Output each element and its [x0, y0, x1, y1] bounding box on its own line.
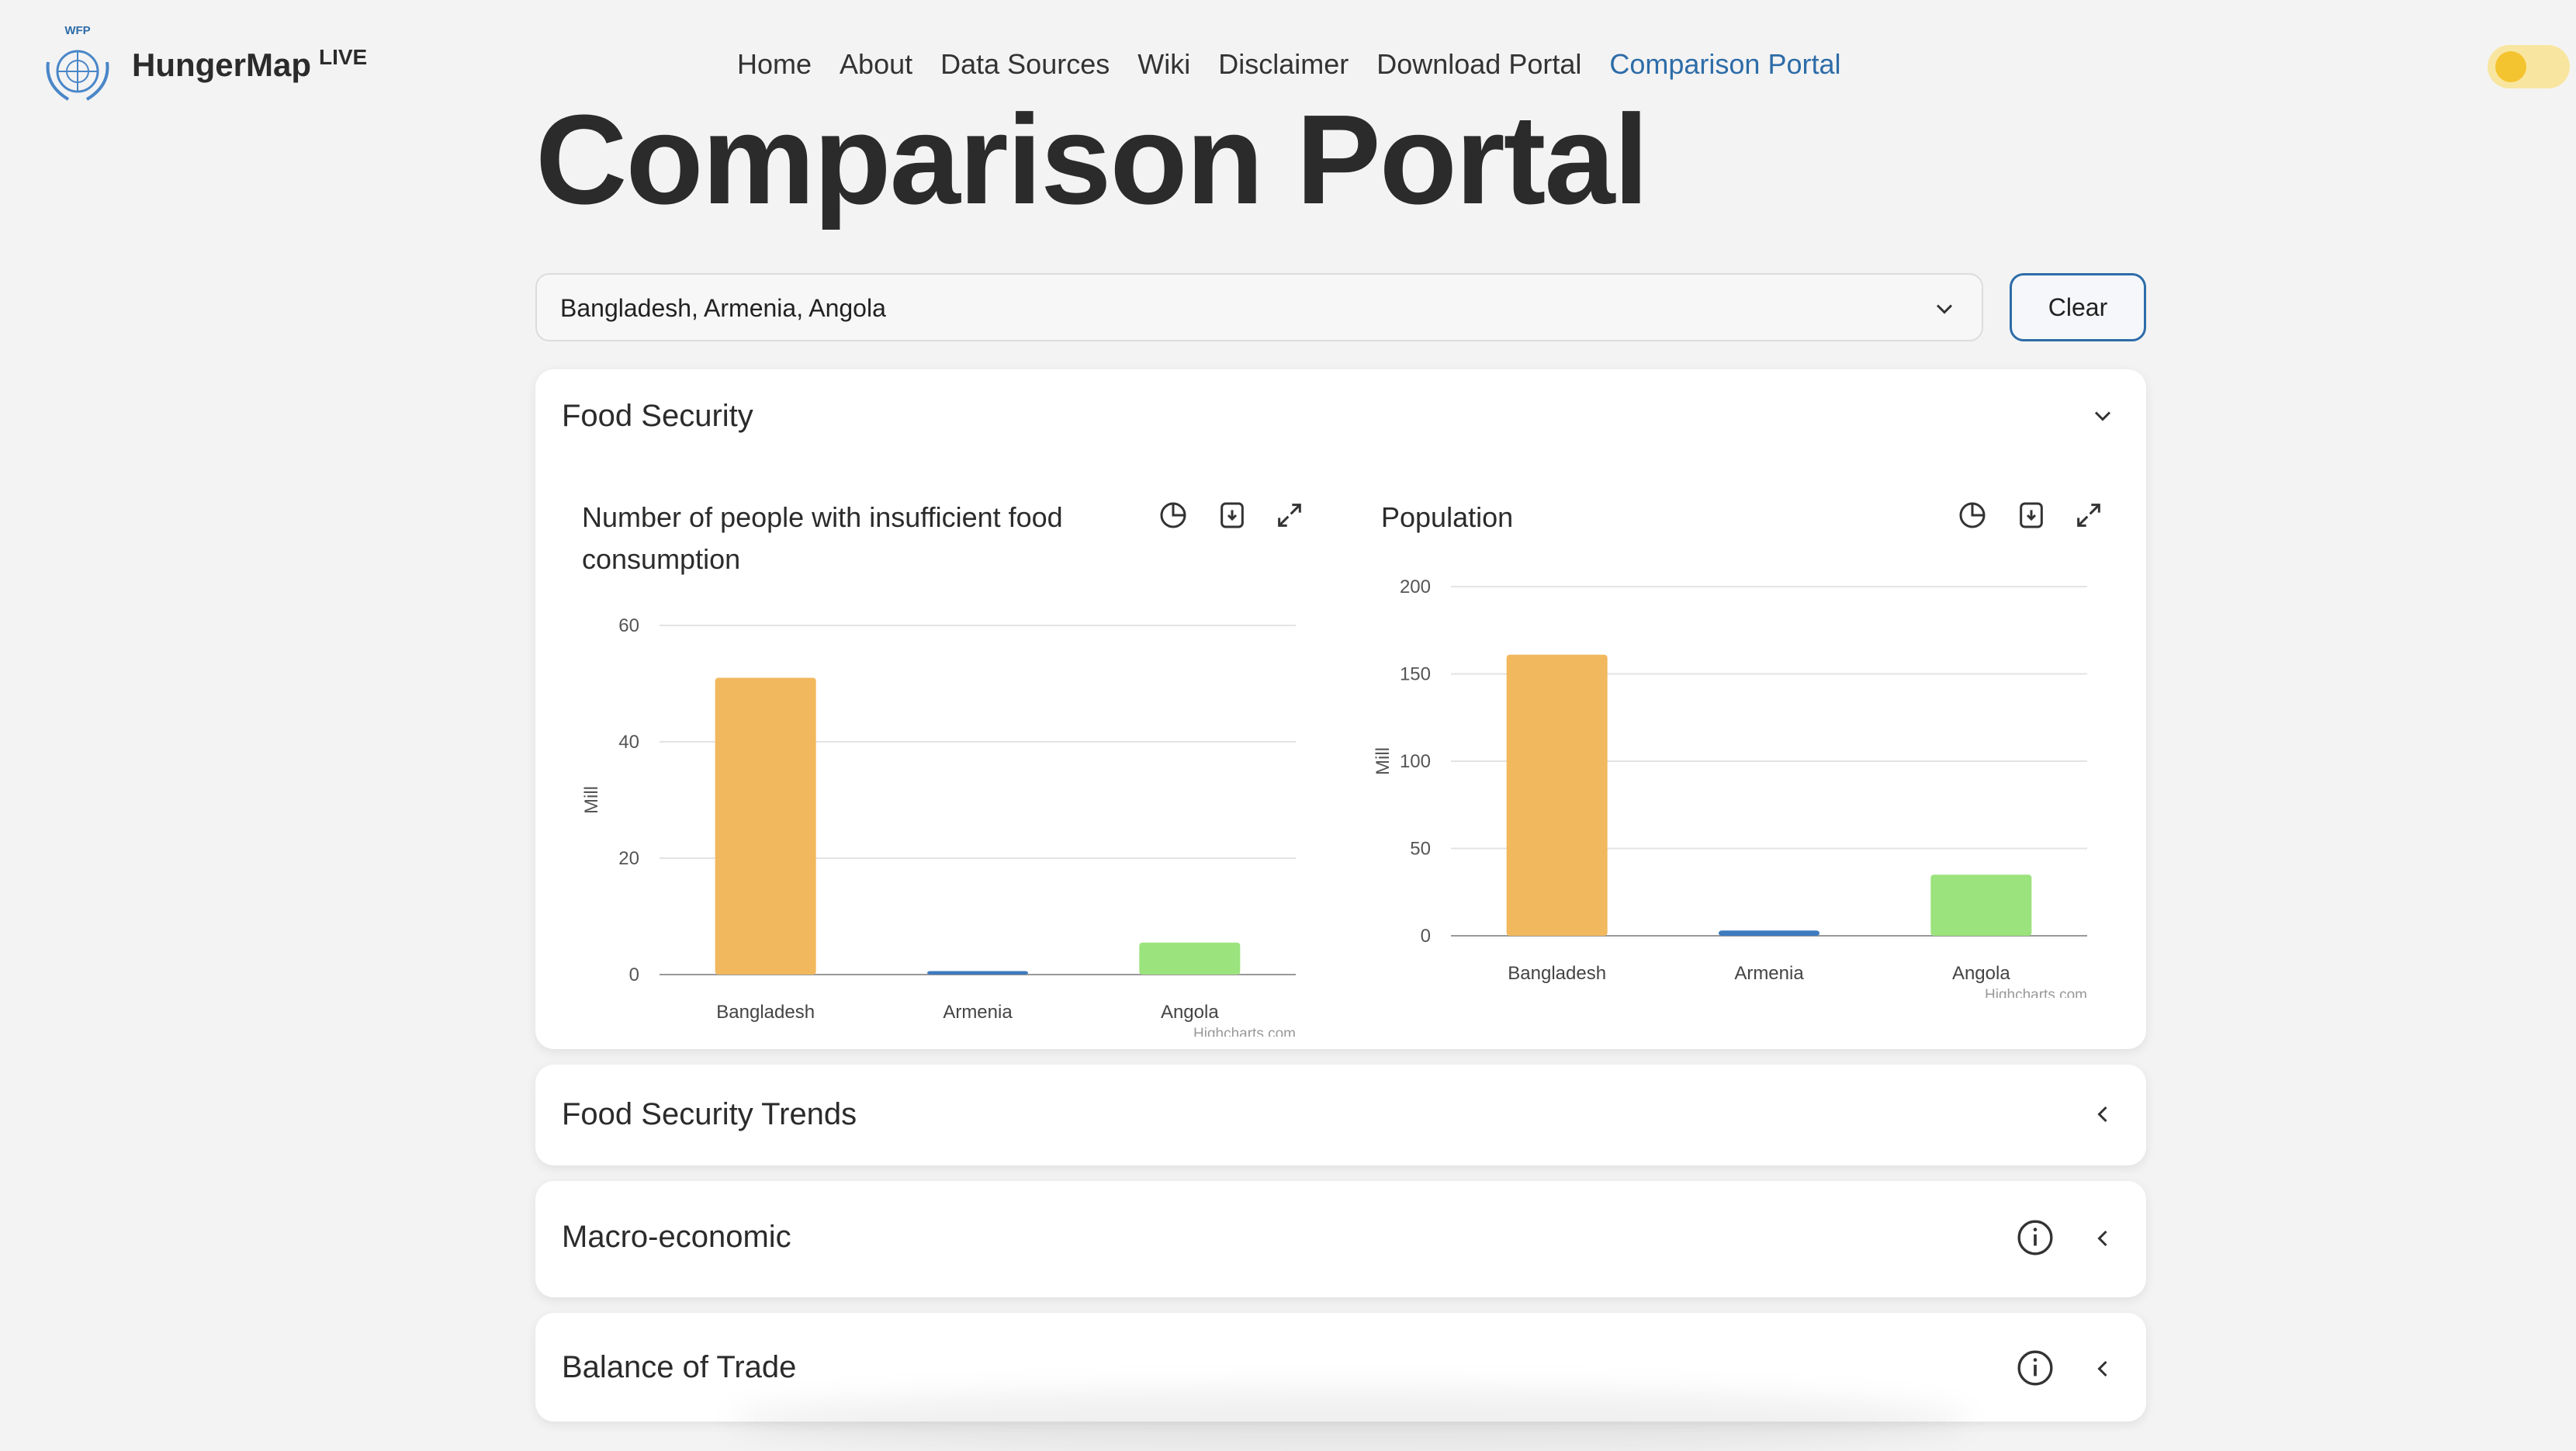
x-tick-label: Armenia: [1734, 963, 1804, 984]
bottom-fade: [729, 1389, 1971, 1451]
y-tick-label: 50: [1410, 839, 1431, 860]
logo-wfp-text: WFP: [64, 24, 90, 37]
pie-chart-icon[interactable]: [1957, 500, 1988, 531]
section-macro-economic[interactable]: Macro-economic: [535, 1181, 2146, 1297]
nav-download-portal[interactable]: Download Portal: [1376, 48, 1581, 81]
info-icon[interactable]: [2016, 1218, 2055, 1257]
x-tick-label: Bangladesh: [716, 1002, 815, 1023]
y-tick-label: 0: [629, 964, 639, 985]
bar-armenia: [1719, 930, 1819, 936]
highcharts-credit: Highcharts.com: [1193, 1026, 1296, 1037]
section-title: Balance of Trade: [562, 1350, 797, 1384]
chart-insufficient-food: 0 20 40 60 Mill Bangladesh Armenia Angola Highch…: [581, 615, 1296, 1037]
chevron-left-icon[interactable]: [2089, 1224, 2117, 1252]
y-tick-label: 200: [1400, 577, 1431, 597]
x-tick-label: Angola: [1161, 1002, 1219, 1023]
wfp-emblem-icon: WFP: [46, 24, 109, 101]
y-axis-label: Mill: [581, 786, 602, 814]
bar-bangladesh: [1506, 654, 1608, 936]
logo-wordmark[interactable]: HungerMap LIVE: [132, 45, 367, 84]
download-icon[interactable]: [1217, 500, 1248, 531]
nav-home[interactable]: Home: [737, 48, 812, 81]
section-title: Food Security: [562, 399, 753, 433]
section-food-security: Food Security Number of people with insu…: [535, 369, 2146, 1049]
y-tick-label: 0: [1421, 926, 1431, 947]
y-axis-label: Mill: [1373, 747, 1394, 775]
y-tick-label: 20: [618, 848, 639, 869]
y-tick-label: 150: [1400, 664, 1431, 685]
clear-button[interactable]: Clear: [2010, 273, 2146, 341]
sun-icon: [2495, 51, 2526, 82]
expand-icon[interactable]: [1274, 500, 1305, 531]
chevron-down-icon: [1936, 304, 1953, 314]
theme-toggle[interactable]: [2488, 45, 2570, 88]
nav-comparison-portal[interactable]: Comparison Portal: [1609, 48, 1840, 81]
main-nav: Home About Data Sources Wiki Disclaimer …: [737, 48, 1841, 81]
logo-name: HungerMap: [132, 47, 311, 83]
x-tick-label: Bangladesh: [1508, 963, 1606, 984]
nav-data-sources[interactable]: Data Sources: [940, 48, 1110, 81]
section-title: Macro-economic: [562, 1220, 791, 1254]
logo-live-badge: LIVE: [319, 45, 368, 69]
bar-angola: [1930, 874, 2032, 936]
chart1-title: Number of people with insufficient food …: [582, 501, 1063, 575]
bar-bangladesh: [715, 677, 816, 975]
download-icon[interactable]: [2016, 500, 2047, 531]
expand-icon[interactable]: [2073, 500, 2104, 531]
section-title: Food Security Trends: [562, 1097, 857, 1131]
chevron-down-icon[interactable]: [2089, 402, 2117, 430]
x-tick-label: Armenia: [943, 1002, 1013, 1023]
y-tick-label: 100: [1400, 751, 1431, 772]
country-select-value: Bangladesh, Armenia, Angola: [560, 294, 886, 322]
pie-chart-icon[interactable]: [1158, 500, 1189, 531]
info-icon[interactable]: [2016, 1349, 2055, 1387]
x-tick-label: Angola: [1952, 963, 2010, 984]
y-tick-label: 40: [618, 732, 639, 753]
highcharts-credit: Highcharts.com: [1985, 987, 2087, 998]
section-food-security-trends[interactable]: Food Security Trends: [535, 1065, 2146, 1165]
nav-about[interactable]: About: [840, 48, 912, 81]
chevron-left-icon[interactable]: [2089, 1355, 2117, 1383]
y-tick-label: 60: [618, 615, 639, 636]
chart2-title: Population: [1381, 501, 1514, 533]
nav-wiki[interactable]: Wiki: [1137, 48, 1190, 81]
page-title: Comparison Portal: [535, 88, 1649, 230]
bar-armenia: [927, 971, 1028, 975]
country-select[interactable]: Bangladesh, Armenia, Angola: [535, 273, 1983, 341]
wfp-logo[interactable]: WFP: [37, 23, 118, 104]
chevron-left-icon[interactable]: [2089, 1100, 2117, 1128]
bar-angola: [1139, 942, 1241, 975]
chart-population: 0 50 100 150 200 Mill Bangladesh Armenia Angola H…: [1373, 577, 2087, 998]
nav-disclaimer[interactable]: Disclaimer: [1218, 48, 1349, 81]
